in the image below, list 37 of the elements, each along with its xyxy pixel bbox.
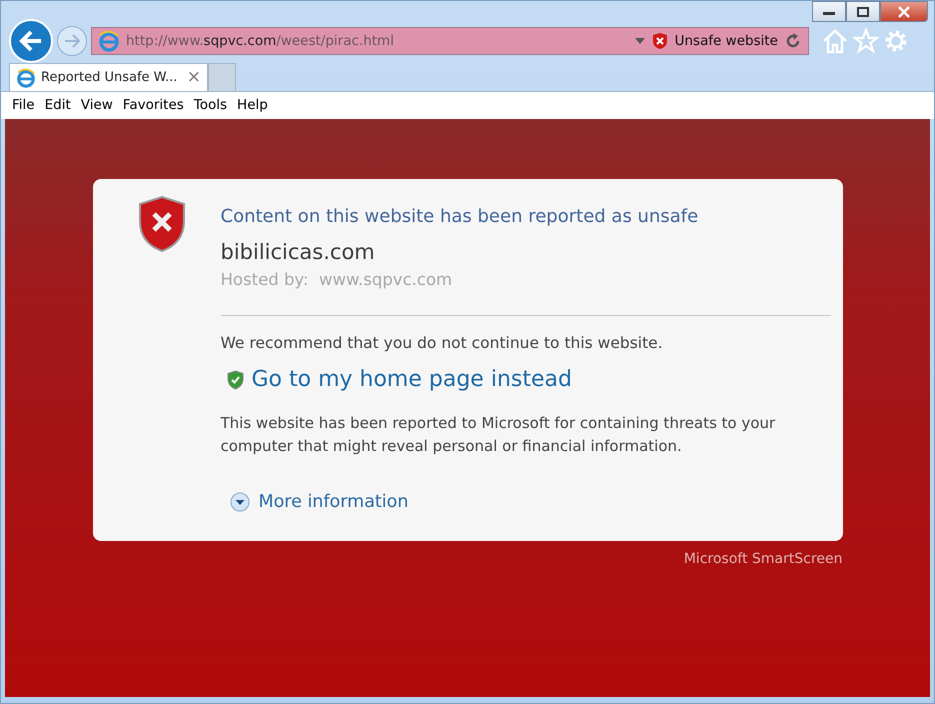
forward-button[interactable] [57,26,87,56]
back-button[interactable] [9,19,53,63]
browser-logo-icon [16,68,36,88]
expand-icon[interactable] [228,490,250,513]
site-name: bibilicicas.com [220,240,376,266]
menu-item[interactable]: Tools [188,93,232,118]
url-text: http://www.sqpvc.com/weest/pirac.html [126,32,394,51]
browser-tab[interactable]: Reported Unsafe W... × [9,63,208,91]
home-page-link[interactable]: Go to my home page instead [252,363,572,396]
tab-close-button[interactable]: × [186,64,201,90]
menu-item[interactable]: Help [232,93,273,118]
error-icon [650,32,669,50]
address-bar[interactable]: http://www.sqpvc.com/weest/pirac.html Unsafe website [91,27,809,55]
dropdown-icon[interactable] [634,38,645,44]
refresh-icon[interactable] [784,32,802,50]
close-icon [898,6,910,18]
maximize-icon [857,6,869,16]
minimize-button[interactable] [812,1,846,22]
explanation-text: This website has been reported to Microsoft for containing threats to your computer that might reveal personal or financial information. [220,413,776,458]
warning-heading: Content on this website has been reported as unsafe [220,205,700,229]
menu-item[interactable]: File [7,93,40,118]
menu-item[interactable]: Favorites [118,93,189,118]
back-arrow-icon [19,30,43,52]
smartscreen-label: Microsoft SmartScreen [684,550,842,567]
menu-item[interactable]: Edit [40,93,76,118]
forward-arrow-icon [63,33,81,49]
menu-item[interactable]: View [76,93,118,118]
browser-logo-icon [98,30,120,52]
close-button[interactable] [880,1,928,22]
security-status[interactable]: Unsafe website [674,30,778,52]
maximize-button[interactable] [846,1,880,22]
shield-check-icon [226,370,244,390]
more-information-link[interactable]: More information [258,488,408,515]
recommendation-text: We recommend that you do not continue to this website. [220,332,664,354]
hosted-by-text: Hosted by: www.sqpvc.com [220,269,454,292]
shield-error-icon [136,195,186,253]
star-icon[interactable] [853,28,879,54]
